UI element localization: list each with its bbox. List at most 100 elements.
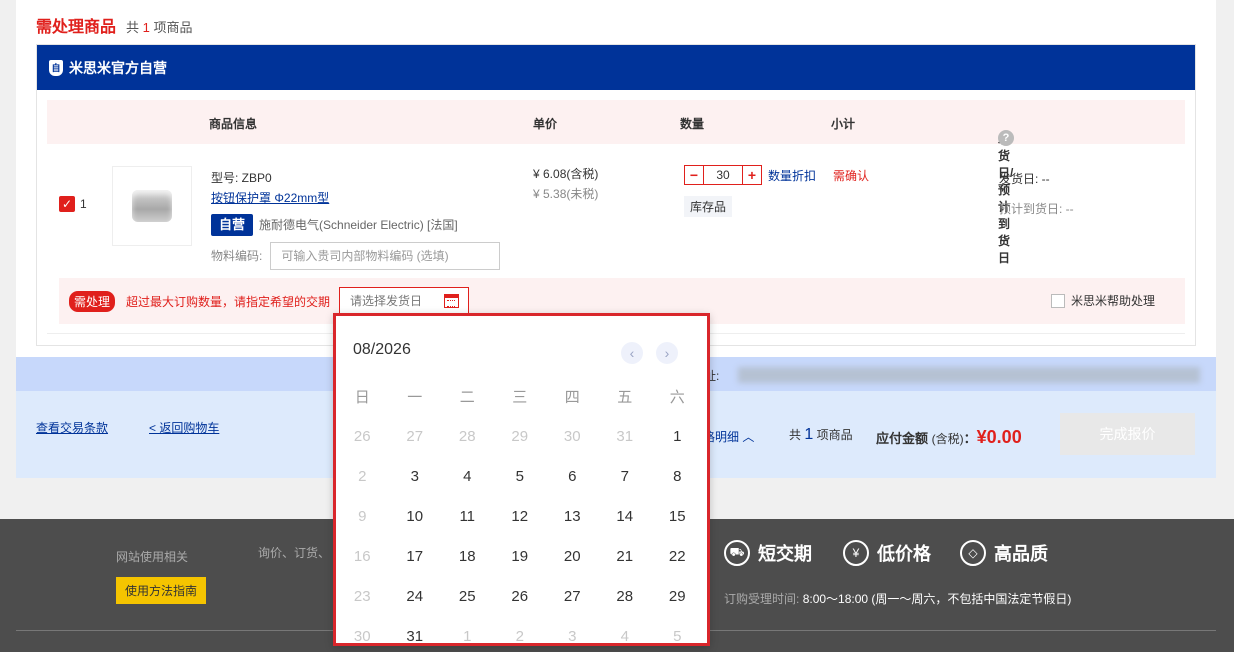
weekday-row: 日一二三四五六 xyxy=(336,376,707,416)
total-amount: 应付金额 (含税)：¥0.00 xyxy=(876,427,1022,447)
calendar-week: 2 345678 xyxy=(336,456,707,496)
shop-name: 米思米官方自营 xyxy=(69,59,167,76)
yen-icon: ¥ xyxy=(843,540,869,566)
calendar-day[interactable]: 28 xyxy=(599,588,652,605)
help-checkbox[interactable] xyxy=(1050,293,1065,308)
calendar-day[interactable]: 13 xyxy=(546,508,599,525)
next-month-icon[interactable]: › xyxy=(656,342,678,364)
header-qty: 数量 xyxy=(680,117,705,131)
calendar-day[interactable]: 20 xyxy=(546,548,599,565)
calendar-day: 23 xyxy=(353,587,371,605)
calendar-day-outside: 28 xyxy=(458,427,476,445)
alert-tag: 需处理 xyxy=(69,291,116,312)
calendar-day-outside: 2 xyxy=(515,627,524,645)
misumi-help-option[interactable]: 米思米帮助处理 xyxy=(1050,292,1155,309)
calendar-week: 30 31 1 2 3 4 5 xyxy=(336,616,707,652)
calendar-day-outside: 30 xyxy=(563,427,581,445)
usage-guide-button[interactable]: 使用方法指南 xyxy=(116,577,207,604)
calendar-day[interactable]: 27 xyxy=(546,588,599,605)
stock-badge: 库存品 xyxy=(684,196,733,217)
product-image[interactable] xyxy=(112,166,192,246)
calendar-icon[interactable] xyxy=(444,294,459,308)
calendar-day[interactable]: 7 xyxy=(599,468,652,485)
material-code-row: 物料编码: 可输入贵司内部物料编码 (选填) xyxy=(211,242,501,270)
calendar-day[interactable]: 31 xyxy=(389,628,442,645)
calendar-day[interactable]: 12 xyxy=(494,508,547,525)
calendar-day[interactable]: 11 xyxy=(441,508,494,525)
calendar-day[interactable]: 14 xyxy=(599,508,652,525)
weekday-label: 一 xyxy=(407,388,423,406)
calendar-day-outside: 4 xyxy=(620,627,629,645)
alert-message: 超过最大订购数量，请指定希望的交期 xyxy=(126,295,331,309)
self-operated-badge: 自营 xyxy=(211,214,254,236)
calendar-week: 23 24 25 26 27 28 29 xyxy=(336,576,707,616)
calendar-day[interactable]: 26 xyxy=(494,588,547,605)
product-info: 型号: ZBP0 按钮保护罩 Φ22mm型 自营 施耐德电气(Schneider … xyxy=(211,168,501,270)
address-blurred xyxy=(738,367,1200,383)
calendar-day[interactable]: 21 xyxy=(599,548,652,565)
calendar-day[interactable]: 1 xyxy=(651,428,704,445)
item-checkbox[interactable]: ✓ xyxy=(59,196,75,212)
weekday-label: 五 xyxy=(617,388,633,406)
material-code-label: 物料编码: xyxy=(211,249,263,263)
header-info: 商品信息 xyxy=(209,117,258,131)
header-subtotal: 小计 xyxy=(831,117,856,131)
weekday-label: 六 xyxy=(669,388,685,406)
calendar-day[interactable]: 15 xyxy=(651,508,704,525)
ship-date-input[interactable]: 请选择发货日 xyxy=(339,287,469,315)
date-picker: 08/2026 ‹ › 日一二三四五六 26 27 28 29 30 31 1 2 3 4 5 6 7 8 9… xyxy=(333,313,710,646)
calendar-day[interactable]: 18 xyxy=(441,548,494,565)
price-without-tax: ¥ 5.38(未税) xyxy=(533,187,599,201)
calendar-day[interactable]: 3 xyxy=(389,468,442,485)
calendar-day-outside: 27 xyxy=(406,427,424,445)
quantity-area: − 30 + 数量折扣 xyxy=(684,165,816,185)
calendar-week: 26 27 28 29 30 31 1 xyxy=(336,416,707,456)
price-with-tax: ¥ 6.08(含税) xyxy=(533,167,599,181)
shop-header: 自 米思米官方自营 xyxy=(37,45,1195,90)
feature-high-quality: ◇ 高品质 xyxy=(960,540,1048,566)
decrease-button[interactable]: − xyxy=(685,166,703,184)
product-name-link[interactable]: 按钮保护罩 Φ22mm型 xyxy=(211,188,500,208)
calendar-day[interactable]: 6 xyxy=(546,468,599,485)
increase-button[interactable]: + xyxy=(743,166,761,184)
calendar-day[interactable]: 10 xyxy=(389,508,442,525)
item-index: 1 xyxy=(80,197,87,211)
calendar-day[interactable]: 5 xyxy=(494,468,547,485)
calendar-day-outside: 31 xyxy=(616,427,634,445)
arrival-date: 预计到货日: -- xyxy=(999,202,1074,216)
calendar-grid: 日一二三四五六 26 27 28 29 30 31 1 2 3 4 5 6 7 8 9 10 11 12 13 14 15… xyxy=(336,376,707,652)
calendar-day[interactable]: 25 xyxy=(441,588,494,605)
calendar-day[interactable]: 22 xyxy=(651,548,704,565)
weekday-label: 四 xyxy=(564,388,580,406)
calendar-day[interactable]: 29 xyxy=(651,588,704,605)
calendar-day[interactable]: 24 xyxy=(389,588,442,605)
price-detail-toggle[interactable]: 格明细 ︿ xyxy=(703,428,754,445)
calendar-day[interactable]: 19 xyxy=(494,548,547,565)
material-code-input[interactable]: 可输入贵司内部物料编码 (选填) xyxy=(270,242,501,270)
table-row: ✓ 1 型号: ZBP0 按钮保护罩 Φ22mm型 自营 施耐德电气(Schnei… xyxy=(47,144,1185,334)
back-to-cart-link[interactable]: < 返回购物车 xyxy=(149,419,219,436)
header-price: 单价 xyxy=(533,117,558,131)
section-title: 需处理商品 xyxy=(36,19,117,36)
calendar-day-outside: 29 xyxy=(511,427,529,445)
weekday-label: 三 xyxy=(512,388,528,406)
quantity-input[interactable]: 30 xyxy=(703,166,743,184)
section-count: 共 1 项商品 xyxy=(126,20,193,35)
calendar-day: 30 xyxy=(353,627,371,645)
calendar-day-outside: 3 xyxy=(568,627,577,645)
calendar-day[interactable]: 17 xyxy=(389,548,442,565)
section-header: 需处理商品 共 1 项商品 xyxy=(36,13,193,37)
prev-month-icon[interactable]: ‹ xyxy=(621,342,643,364)
calendar-day[interactable]: 8 xyxy=(651,468,704,485)
quantity-discount-link[interactable]: 数量折扣 xyxy=(768,167,816,184)
inquiry-text: 询价、订货、 xyxy=(258,546,331,560)
submit-quote-button[interactable]: 完成报价 xyxy=(1060,413,1195,455)
calendar-day[interactable]: 4 xyxy=(441,468,494,485)
terms-link[interactable]: 查看交易条款 xyxy=(36,419,108,436)
calendar-week: 9 10 11 12 13 14 15 xyxy=(336,496,707,536)
order-hours: 订购受理时间: 8:00～18:00 (周一～周六，不包括中国法定节假日) xyxy=(724,592,1072,606)
help-label: 米思米帮助处理 xyxy=(1070,294,1155,308)
weekday-label: 二 xyxy=(459,388,475,406)
calendar-day: 2 xyxy=(358,467,367,485)
calendar-day-outside: 5 xyxy=(673,627,682,645)
